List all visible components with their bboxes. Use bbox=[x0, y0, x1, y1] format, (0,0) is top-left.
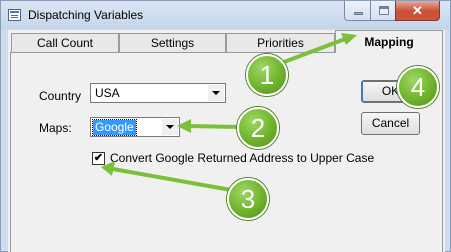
callout-badge-1: 1 bbox=[246, 54, 288, 96]
maximize-icon bbox=[379, 6, 389, 15]
country-dropdown[interactable]: USA bbox=[90, 83, 226, 103]
callout-badge-3: 3 bbox=[227, 178, 269, 220]
tab-mapping[interactable]: Mapping bbox=[335, 30, 443, 53]
chevron-down-icon[interactable] bbox=[162, 119, 178, 135]
tab-call-count[interactable]: Call Count bbox=[11, 33, 119, 52]
chevron-down-icon[interactable] bbox=[208, 85, 224, 101]
convert-upper-label[interactable]: Convert Google Returned Address to Upper… bbox=[110, 151, 374, 165]
close-icon: ✕ bbox=[412, 3, 423, 18]
maps-dropdown[interactable]: Google bbox=[90, 117, 180, 137]
app-icon bbox=[8, 9, 21, 21]
dialog-window: Dispatching Variables ✕ Call Count Setti… bbox=[0, 0, 451, 252]
tab-settings[interactable]: Settings bbox=[119, 33, 226, 52]
maps-value: Google bbox=[92, 119, 137, 136]
tab-priorities[interactable]: Priorities bbox=[226, 33, 335, 52]
country-value: USA bbox=[95, 86, 120, 100]
minimize-button[interactable] bbox=[344, 1, 371, 21]
window-title: Dispatching Variables bbox=[28, 8, 144, 22]
dialog-client-area: Call Count Settings Priorities Mapping C… bbox=[8, 30, 445, 252]
close-button[interactable]: ✕ bbox=[395, 1, 440, 21]
cancel-button[interactable]: Cancel bbox=[361, 112, 420, 135]
callout-badge-4: 4 bbox=[397, 66, 439, 108]
country-label: Country bbox=[39, 89, 82, 103]
title-bar[interactable]: Dispatching Variables ✕ bbox=[1, 1, 450, 29]
callout-badge-2: 2 bbox=[237, 107, 279, 149]
minimize-icon bbox=[354, 12, 363, 15]
convert-upper-checkbox[interactable]: ✔ bbox=[92, 152, 105, 165]
maximize-button[interactable] bbox=[370, 1, 396, 21]
maps-label: Maps: bbox=[39, 121, 72, 135]
